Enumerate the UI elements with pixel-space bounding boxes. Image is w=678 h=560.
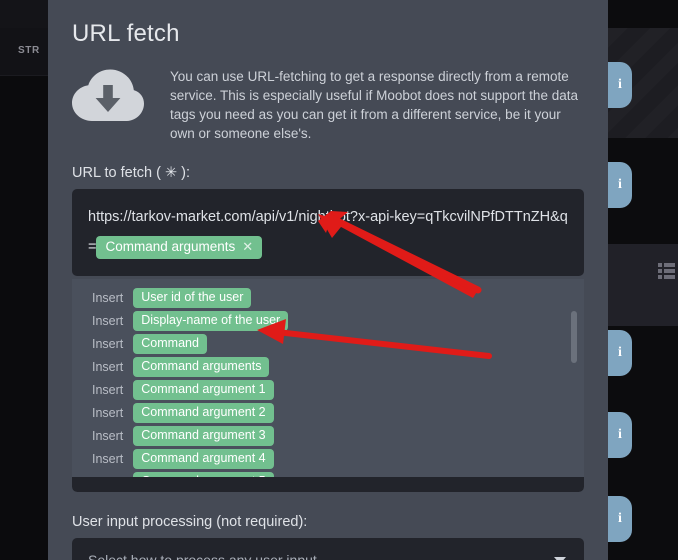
list-item[interactable]: Insert Command argument 1	[72, 378, 584, 401]
user-input-processing-label: User input processing (not required):	[72, 514, 308, 530]
insert-label: Insert	[92, 451, 124, 466]
dropdown-footer	[72, 477, 584, 492]
intro-section: You can use URL-fetching to get a respon…	[72, 65, 584, 143]
info-tab-suggestions[interactable]: i	[608, 330, 632, 376]
user-input-processing-select[interactable]: Select how to process any user input...	[72, 538, 584, 560]
list-item[interactable]: Insert Command arguments	[72, 355, 584, 378]
list-item[interactable]: Insert Command argument 4	[72, 447, 584, 470]
info-tab-user-input[interactable]: i	[608, 496, 632, 542]
info-tab-extra[interactable]: i	[608, 412, 632, 458]
insert-label: Insert	[92, 359, 124, 374]
suggestion-token[interactable]: Display-name of the user	[133, 310, 289, 331]
url-token-command-arguments[interactable]: Command arguments ✕	[96, 235, 263, 259]
scrollbar-thumb[interactable]	[571, 311, 577, 363]
background-content-card	[608, 244, 678, 326]
suggestion-token[interactable]: Command argument 4	[133, 448, 274, 469]
insert-label: Insert	[92, 382, 124, 397]
list-item[interactable]: Insert Command argument 3	[72, 424, 584, 447]
info-icon: i	[618, 427, 622, 442]
list-item[interactable]: Insert User id of the user	[72, 286, 584, 309]
token-suggestion-dropdown[interactable]: Insert User id of the user Insert Displa…	[72, 279, 584, 492]
url-fetch-modal: URL fetch You can use URL-fetching to ge…	[48, 0, 608, 560]
url-token-label: Command arguments	[105, 238, 236, 254]
info-icon: i	[618, 345, 622, 360]
suggestion-token[interactable]: Command argument 2	[133, 402, 274, 423]
info-tab-url-fetch[interactable]: i	[608, 62, 632, 108]
list-item[interactable]: Insert Command argument 2	[72, 401, 584, 424]
close-icon[interactable]: ✕	[242, 239, 253, 254]
list-item[interactable]: Insert Display-name of the user	[72, 309, 584, 332]
grid-icon	[658, 262, 676, 282]
page-title: URL fetch	[72, 20, 180, 47]
info-tab-url-to-fetch[interactable]: i	[608, 162, 632, 208]
suggestion-token[interactable]: Command arguments	[133, 356, 270, 377]
background-left-sidebar	[0, 28, 48, 560]
info-icon: i	[618, 177, 622, 192]
info-icon: i	[618, 77, 622, 92]
info-icon: i	[618, 511, 622, 526]
insert-label: Insert	[92, 336, 124, 351]
insert-label: Insert	[92, 313, 124, 328]
suggestion-token[interactable]: Command argument 1	[133, 379, 274, 400]
suggestion-token[interactable]: Command	[133, 333, 207, 354]
url-input[interactable]: https://tarkov-market.com/api/v1/nightbo…	[72, 189, 584, 276]
insert-label: Insert	[92, 290, 124, 305]
chevron-down-icon	[554, 556, 566, 560]
cloud-download-icon	[72, 65, 152, 130]
select-placeholder: Select how to process any user input...	[88, 552, 329, 560]
url-field-label: URL to fetch ( ✳ ):	[72, 165, 190, 181]
insert-label: Insert	[92, 428, 124, 443]
intro-text: You can use URL-fetching to get a respon…	[170, 69, 578, 141]
insert-label: Insert	[92, 405, 124, 420]
list-item[interactable]: Insert Command	[72, 332, 584, 355]
suggestion-list: Insert User id of the user Insert Displa…	[72, 286, 584, 492]
suggestion-token[interactable]: User id of the user	[133, 287, 252, 308]
suggestion-token[interactable]: Command argument 3	[133, 425, 274, 446]
